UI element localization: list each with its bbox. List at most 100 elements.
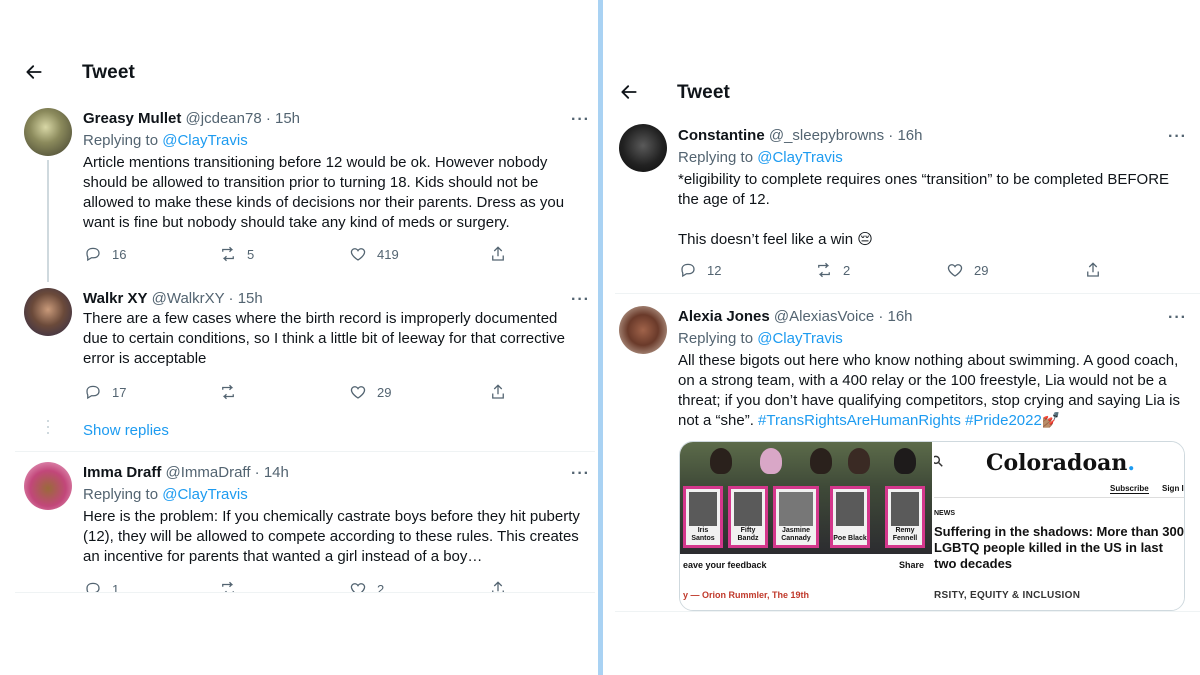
subscribe-link[interactable]: Subscribe [1110,484,1149,494]
retweet-button[interactable] [219,580,349,592]
link-preview-card[interactable]: Iris Santos Fifty Bandz Jasmine Cannady … [679,441,1185,611]
like-button[interactable]: 419 [349,245,489,263]
coloradoan-logo: Coloradoan. [986,450,1136,476]
header-title: Tweet [82,62,135,83]
tweet-body: Imma Draff @ImmaDraff · 14h Replying to … [83,463,593,567]
tweet-meta: Constantine @_sleepybrowns · 16h [678,126,1188,146]
category-label: RSITY, EQUITY & INCLUSION [934,590,1081,601]
header-title: Tweet [677,82,730,103]
tweet-body: Greasy Mullet @jcdean78 · 15h Replying t… [83,109,589,233]
more-options-icon[interactable]: ··· [571,291,590,309]
retweet-count: 2 [843,262,851,278]
replying-to-link[interactable]: @ClayTravis [162,132,248,149]
share-icon [1087,262,1099,277]
replying-to: Replying to @ClayTravis [678,148,1188,168]
replying-to: Replying to @ClayTravis [678,329,1193,349]
reply-count: 17 [112,384,127,400]
avatar[interactable] [24,288,72,336]
retweet-icon [222,581,234,592]
handle[interactable]: @AlexiasVoice · 16h [774,308,913,325]
tweet-body: Constantine @_sleepybrowns · 16h Replyin… [678,126,1188,250]
magnifier-icon [934,454,944,471]
reply-icon [86,385,100,400]
tweet-text: Article mentions transitioning before 12… [83,154,565,231]
article-headline: Suffering in the shadows: More than 300 … [934,524,1184,571]
tweet-body: Walkr XY @WalkrXY · 15h There are a few … [83,289,589,369]
reply-icon [681,263,695,278]
vigil-photo: Iris Santos Fifty Bandz Jasmine Cannady … [680,442,932,554]
show-replies-link[interactable]: Show replies [83,422,169,439]
share-button[interactable] [1084,261,1102,279]
preview-image-left[interactable]: Iris Santos Fifty Bandz Jasmine Cannady … [680,442,932,610]
reply-icon [86,247,100,262]
heart-icon [350,386,366,399]
tweet-text: All these bigots out here who know nothi… [678,351,1193,431]
tweet-actions: 12 2 29 [679,261,1119,279]
tweet-actions: 1 2 [84,580,514,592]
handle[interactable]: @WalkrXY · 15h [152,290,263,307]
tweet-actions: 17 29 [84,383,514,401]
sign-label: Iris Santos [691,527,715,542]
replying-to: Replying to @ClayTravis [83,131,583,151]
handle[interactable]: @_sleepybrowns · 16h [769,127,923,144]
replying-to-link[interactable]: @ClayTravis [757,149,843,166]
reply-button[interactable]: 16 [84,245,219,263]
replying-to-link[interactable]: @ClayTravis [757,330,843,347]
display-name[interactable]: Alexia Jones [678,308,770,325]
display-name[interactable]: Walkr XY [83,290,147,307]
share-button[interactable] [489,580,507,592]
preview-image-right[interactable]: Coloradoan. Subscribe Sign I NEWS Suffer… [934,442,1184,610]
person [710,448,732,474]
reply-count: 12 [707,262,722,278]
avatar[interactable] [24,462,72,510]
reply-button[interactable]: 12 [679,261,815,279]
like-button[interactable]: 2 [349,580,489,592]
avatar[interactable] [619,306,667,354]
memorial-sign: Jasmine Cannady [773,486,819,548]
share-button[interactable] [489,245,507,263]
replying-to-link[interactable]: @ClayTravis [162,486,248,503]
handle[interactable]: @jcdean78 · 15h [186,110,300,127]
display-name[interactable]: Greasy Mullet [83,110,181,127]
more-options-icon[interactable]: ··· [1168,309,1187,327]
display-name[interactable]: Imma Draff [83,464,161,481]
nail-polish-emoji: 💅🏽 [1041,412,1061,429]
more-options-icon[interactable]: ··· [1168,128,1187,146]
tweet-text: *eligibility to complete requires ones “… [678,171,1170,208]
feedback-text[interactable]: eave your feedback [683,560,767,570]
tweet-meta: Greasy Mullet @jcdean78 · 15h [83,109,583,129]
like-button[interactable]: 29 [349,383,489,401]
like-button[interactable]: 29 [946,261,1084,279]
avatar[interactable] [24,108,72,156]
share-icon [492,246,504,261]
retweet-icon [222,246,234,262]
tweet-actions: 16 5 419 [84,245,514,263]
retweet-count: 5 [247,246,255,262]
share-icon [492,581,504,592]
more-options-icon[interactable]: ··· [571,111,590,129]
divider [934,497,1184,498]
back-arrow-icon[interactable] [619,82,641,104]
retweet-button[interactable] [219,383,349,401]
reply-button[interactable]: 17 [84,383,219,401]
person [848,448,870,474]
share-label[interactable]: Share [899,556,924,574]
replying-prefix: Replying to [83,486,163,503]
back-arrow-icon[interactable] [24,62,46,84]
share-button[interactable] [489,383,507,401]
retweet-button[interactable]: 2 [815,261,946,279]
hashtag-trans-rights[interactable]: #TransRightsAreHumanRights [758,412,961,429]
sign-in-link[interactable]: Sign I [1162,484,1184,493]
avatar[interactable] [619,124,667,172]
memorial-sign: Poe Black [830,486,870,548]
retweet-icon [222,384,234,400]
person [760,448,782,474]
handle[interactable]: @ImmaDraff · 14h [166,464,289,481]
more-options-icon[interactable]: ··· [571,465,590,483]
hashtag-pride-2022[interactable]: #Pride2022 [965,412,1042,429]
retweet-button[interactable]: 5 [219,245,349,263]
retweet-icon [818,262,830,278]
reply-button[interactable]: 1 [84,580,219,592]
display-name[interactable]: Constantine [678,127,765,144]
memorial-sign: Remy Fennell [885,486,925,548]
